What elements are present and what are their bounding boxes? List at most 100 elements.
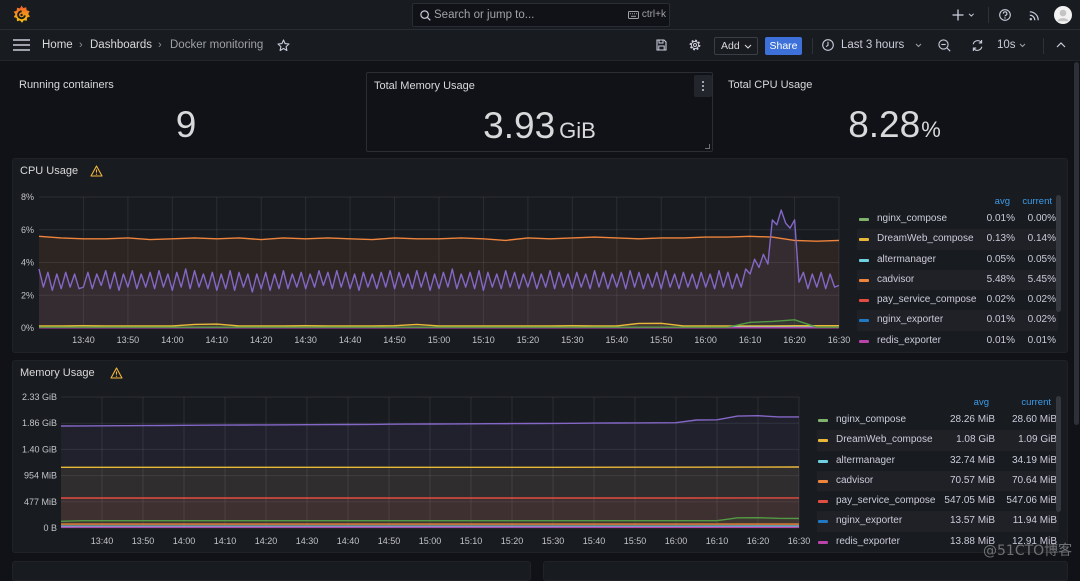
legend-item[interactable]: redis_exporter0.01%0.01% (857, 331, 1058, 351)
search-shortcut: ctrl+k (642, 4, 666, 26)
clock-icon[interactable] (822, 39, 834, 51)
x-axis-tick-label: 15:40 (606, 335, 629, 345)
chevron-down-icon[interactable] (915, 43, 922, 48)
time-range-picker[interactable]: Last 3 hours (841, 38, 904, 52)
breadcrumb-separator: › (79, 38, 83, 52)
add-button[interactable]: Add (714, 37, 758, 55)
legend-column-current[interactable]: current (1021, 396, 1051, 410)
dashboard-panel[interactable] (543, 561, 1068, 581)
legend-series-name[interactable]: redis_exporter (836, 532, 900, 552)
stat-value-number: 3.93 (483, 105, 555, 146)
resize-handle-icon[interactable] (705, 144, 710, 149)
grafana-logo-icon[interactable] (12, 5, 31, 24)
breadcrumb-home[interactable]: Home (42, 38, 73, 52)
legend-avg-value: 0.13% (987, 229, 1015, 249)
panel-title: Running containers (19, 79, 114, 92)
legend-series-name[interactable]: DreamWeb_compose (877, 229, 974, 249)
memory-usage-panel[interactable]: Memory Usage 0 B477 MiB954 MiB1.40 GiB1.… (12, 360, 1068, 553)
x-axis-tick-label: 15:10 (460, 536, 483, 546)
hamburger-menu-icon[interactable] (13, 39, 30, 51)
legend-item[interactable]: DreamWeb_compose1.08 GiB1.09 GiB (817, 430, 1059, 450)
cpu-usage-chart[interactable]: 0%2%4%6%8%13:4013:5014:0014:1014:2014:30… (13, 188, 853, 353)
legend-series-name[interactable]: nginx_exporter (836, 511, 902, 531)
help-icon[interactable] (999, 9, 1011, 21)
legend-item[interactable]: cadvisor5.48%5.45% (857, 270, 1058, 290)
legend-color-swatch (859, 299, 869, 302)
legend-series-name[interactable]: DreamWeb_compose (836, 430, 933, 450)
stat-panel-total-cpu[interactable]: Total CPU Usage 8.28% (721, 72, 1068, 152)
x-axis-tick-label: 14:10 (206, 335, 229, 345)
legend-scrollbar[interactable] (1056, 396, 1061, 512)
x-axis-tick-label: 14:50 (378, 536, 401, 546)
refresh-interval-picker[interactable]: 10s (997, 38, 1016, 52)
legend-color-swatch (818, 541, 828, 544)
legend-series-name[interactable]: nginx_compose (836, 410, 906, 430)
search-icon (420, 10, 431, 21)
stat-value-unit: % (921, 117, 941, 142)
x-axis-tick-label: 16:00 (694, 335, 717, 345)
cpu-usage-panel[interactable]: CPU Usage 0%2%4%6%8%13:4013:5014:0014:10… (12, 158, 1068, 353)
legend-scrollbar[interactable] (1056, 195, 1061, 312)
x-axis-tick-label: 15:00 (428, 335, 451, 345)
x-axis-tick-label: 15:20 (517, 335, 540, 345)
legend-series-name[interactable]: redis_exporter (877, 331, 941, 351)
stat-panel-total-memory[interactable]: Total Memory Usage 3.93GiB (366, 72, 713, 152)
legend-current-value: 28.60 MiB (1012, 410, 1057, 430)
breadcrumb-dashboards[interactable]: Dashboards (90, 38, 152, 52)
x-axis-tick-label: 13:40 (72, 335, 95, 345)
legend-series-name[interactable]: altermanager (877, 250, 936, 270)
x-axis-tick-label: 15:10 (472, 335, 495, 345)
warning-icon[interactable] (110, 367, 123, 379)
chevron-down-icon[interactable] (1019, 43, 1026, 48)
gear-icon[interactable] (689, 39, 701, 51)
legend-item[interactable]: altermanager32.74 MiB34.19 MiB (817, 451, 1059, 471)
legend-series-name[interactable]: nginx_exporter (877, 310, 943, 330)
page-scrollbar[interactable] (1074, 62, 1079, 425)
legend-item[interactable]: DreamWeb_compose0.13%0.14% (857, 229, 1058, 249)
legend-column-avg[interactable]: avg (974, 396, 989, 410)
legend-current-value: 0.01% (1028, 331, 1056, 351)
y-axis-tick-label: 0% (21, 323, 34, 333)
legend-item[interactable]: altermanager0.05%0.05% (857, 250, 1058, 270)
legend-color-swatch (818, 480, 828, 483)
search-input[interactable]: Search or jump to... ctrl+k (412, 3, 670, 27)
plus-icon[interactable] (952, 9, 976, 21)
legend-series-name[interactable]: cadvisor (877, 270, 914, 290)
legend-avg-value: 0.01% (987, 310, 1015, 330)
chevron-up-icon[interactable] (1056, 42, 1066, 48)
refresh-icon[interactable] (971, 39, 984, 52)
rss-icon[interactable] (1029, 9, 1040, 21)
legend-item[interactable]: nginx_compose 28.26 MiB 28.60 MiB (817, 410, 1059, 430)
x-axis-tick-label: 14:20 (250, 335, 273, 345)
legend-series-name[interactable]: pay_service_compose (836, 491, 936, 511)
legend-item[interactable]: nginx_compose0.01%0.00% (857, 209, 1058, 229)
legend-item[interactable]: nginx_exporter13.57 MiB11.94 MiB (817, 511, 1059, 531)
save-icon[interactable] (656, 39, 667, 51)
x-axis-tick-label: 13:50 (132, 536, 155, 546)
legend-item[interactable]: nginx_exporter0.01%0.02% (857, 310, 1058, 330)
legend-avg-value: 0.02% (987, 290, 1015, 310)
y-axis-tick-label: 2.33 GiB (22, 392, 57, 402)
panel-menu-button[interactable] (694, 75, 712, 97)
star-icon[interactable] (277, 39, 290, 52)
legend-series-name[interactable]: altermanager (836, 451, 895, 471)
warning-icon[interactable] (90, 165, 103, 177)
legend-item[interactable]: cadvisor70.57 MiB70.64 MiB (817, 471, 1059, 491)
search-placeholder: Search or jump to... (434, 4, 534, 26)
watermark: @51CTO博客 (983, 540, 1072, 560)
avatar-icon[interactable] (1054, 6, 1072, 24)
legend-column-current[interactable]: current (1022, 195, 1052, 209)
legend-header: avg current (817, 396, 1059, 410)
legend-item[interactable]: pay_service_compose0.02%0.02% (857, 290, 1058, 310)
stat-panel-running-containers[interactable]: Running containers 9 (12, 72, 360, 152)
share-button[interactable]: Share (765, 37, 802, 55)
dashboard-panel[interactable] (12, 561, 531, 581)
legend-column-avg[interactable]: avg (995, 195, 1010, 209)
zoom-out-icon[interactable] (938, 39, 951, 52)
legend-avg-value: 28.26 MiB (950, 410, 995, 430)
memory-usage-chart[interactable]: 0 B477 MiB954 MiB1.40 GiB1.86 GiB2.33 Gi… (13, 388, 813, 553)
legend-item[interactable]: pay_service_compose547.05 MiB547.06 MiB (817, 491, 1059, 511)
legend-series-name[interactable]: pay_service_compose (877, 290, 977, 310)
legend-series-name[interactable]: nginx_compose (877, 209, 947, 229)
legend-series-name[interactable]: cadvisor (836, 471, 873, 491)
